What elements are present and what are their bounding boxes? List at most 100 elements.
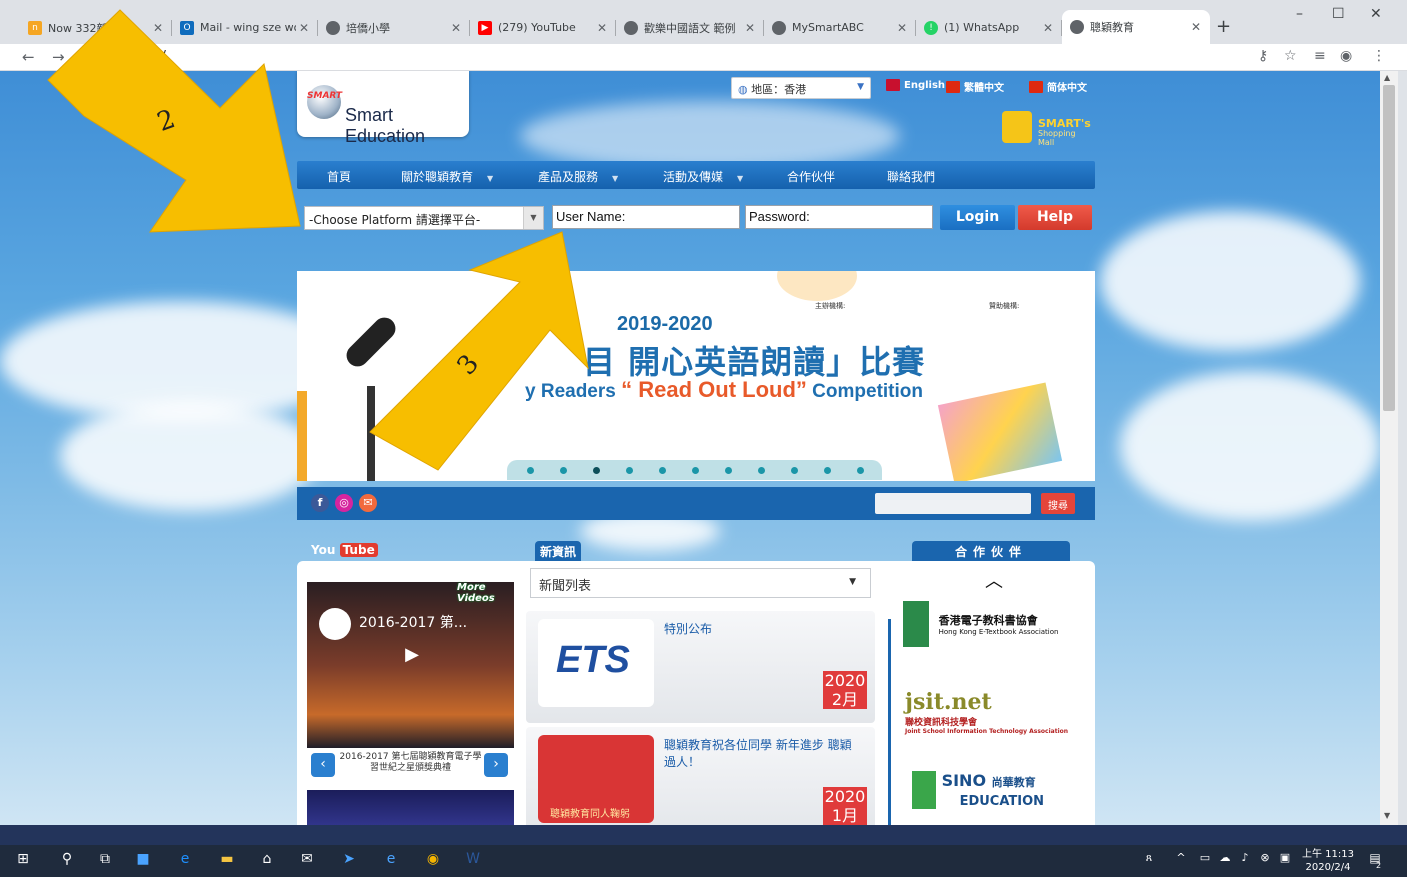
site-search-input[interactable]	[875, 493, 1031, 514]
close-window-button[interactable]: ✕	[1370, 6, 1382, 22]
lang-traditional[interactable]: 繁體中文	[946, 79, 1004, 94]
slide-dot[interactable]	[791, 467, 798, 474]
back-arrow-icon[interactable]: ←	[22, 48, 35, 66]
facebook-icon[interactable]: f	[311, 494, 329, 512]
notification-icon[interactable]: ▤	[1366, 851, 1384, 869]
video-next-button[interactable]: ›	[484, 753, 508, 777]
page-scrollbar[interactable]: ▲ ▼	[1380, 71, 1398, 825]
minimize-button[interactable]: –	[1296, 6, 1303, 22]
news-list-select[interactable]: 新聞列表 ▼	[530, 568, 871, 598]
volume-icon[interactable]: ♪	[1236, 851, 1254, 869]
close-tab-icon[interactable]: ✕	[1040, 21, 1056, 35]
network-icon[interactable]: ▭	[1196, 851, 1214, 869]
partner-sino[interactable]: SINO 尚華教育 EDUCATION	[912, 771, 1092, 809]
cloud-icon[interactable]: ☁	[1216, 851, 1234, 869]
new-tab-button[interactable]: +	[1216, 16, 1231, 37]
scroll-up-icon[interactable]: ▲	[1384, 73, 1390, 82]
address-bar[interactable]: rtedu.com/tc/	[78, 49, 166, 64]
close-tab-icon[interactable]: ✕	[448, 21, 464, 35]
scroll-thumb[interactable]	[1383, 85, 1395, 411]
nav-events[interactable]: 活動及傳媒 ▼	[663, 168, 743, 185]
close-tab-icon[interactable]: ✕	[1188, 20, 1204, 34]
smart-education-logo[interactable]: SMART Smart Education	[297, 71, 469, 146]
store-icon[interactable]: ⌂	[258, 851, 276, 869]
password-input[interactable]: Password:	[745, 205, 933, 229]
username-input[interactable]: User Name:	[552, 205, 740, 229]
search-button[interactable]: 搜尋	[1041, 493, 1075, 514]
login-button[interactable]: Login	[940, 205, 1015, 230]
shopping-mall-link[interactable]: SMART's Shopping Mall	[1000, 107, 1092, 151]
keyboard-icon[interactable]: ▣	[1276, 851, 1294, 869]
key-icon[interactable]: ⚷	[1258, 48, 1268, 64]
nav-about[interactable]: 關於聰穎教育 ▼	[401, 168, 493, 185]
reading-list-icon[interactable]: ≡	[1314, 48, 1326, 64]
play-icon[interactable]: ▶	[399, 644, 425, 670]
video-player[interactable]: 2016-2017 第... ▶ More Videos	[307, 582, 514, 748]
mail-icon[interactable]: ✉	[298, 851, 316, 869]
app-icon[interactable]: ➤	[340, 851, 358, 869]
video-prev-button[interactable]: ‹	[311, 753, 335, 777]
lang-english[interactable]: English	[886, 79, 945, 91]
more-videos-label[interactable]: More Videos	[457, 582, 514, 604]
browser-tab[interactable]: O Mail - wing sze won ✕	[172, 13, 318, 42]
close-tab-icon[interactable]: ✕	[150, 21, 166, 35]
file-explorer-icon[interactable]: ▬	[218, 851, 236, 869]
browser-tab[interactable]: ▶ (279) YouTube ✕	[470, 13, 616, 42]
slide-dot[interactable]	[758, 467, 765, 474]
word-icon[interactable]: W	[464, 851, 482, 869]
star-icon[interactable]: ☆	[1284, 48, 1297, 64]
competition-banner[interactable]: 主辦機構: 贊助機構: 2019-2020 目 開心英語朗讀」比賽 y Read…	[297, 271, 1095, 481]
slide-dot[interactable]	[857, 467, 864, 474]
close-tab-icon[interactable]: ✕	[894, 21, 910, 35]
chevron-up-icon[interactable]: ︿	[985, 567, 1003, 593]
news-item[interactable]: ETS 特別公布 2020 2月	[526, 611, 875, 723]
people-icon[interactable]: ጸ	[1140, 851, 1158, 869]
nav-products[interactable]: 產品及服務 ▼	[538, 168, 618, 185]
menu-kebab-icon[interactable]: ⋮	[1372, 48, 1386, 64]
slide-dot[interactable]	[692, 467, 699, 474]
mail-icon[interactable]: ✉	[359, 494, 377, 512]
browser-tab[interactable]: 歡樂中國語文 範例 ✕	[616, 13, 764, 42]
nav-contact[interactable]: 聯絡我們	[887, 168, 935, 185]
nav-home[interactable]: 首頁	[327, 168, 351, 185]
slide-dot[interactable]	[527, 467, 534, 474]
scroll-down-icon[interactable]: ▼	[1384, 811, 1390, 820]
platform-select[interactable]: -Choose Platform 請選擇平台- ▼	[304, 206, 544, 230]
partner-hketa[interactable]: 香港電子教科書協會 Hong Kong E-Textbook Associati…	[903, 601, 1093, 647]
nav-partners[interactable]: 合作伙伴	[787, 168, 835, 185]
slide-dot[interactable]	[593, 467, 600, 474]
slide-dot[interactable]	[659, 467, 666, 474]
search-icon[interactable]: ⚲	[58, 851, 76, 869]
chevron-up-icon[interactable]: ^	[1172, 851, 1190, 869]
browser-tab-active[interactable]: 聰穎教育 ✕	[1062, 10, 1210, 44]
windows-start-icon[interactable]: ⊞	[14, 851, 32, 869]
outlook-taskbar-icon[interactable]: ■	[134, 851, 152, 869]
close-circle-icon[interactable]: ⊗	[1256, 851, 1274, 869]
region-select[interactable]: ◍ 地區：香港 ▼	[731, 77, 871, 99]
news-item[interactable]: 聰穎教育同人鞠躬 聰穎教育祝各位同學 新年進步 聰穎過人！ 2020 1月	[526, 727, 875, 825]
partner-jsit[interactable]: jsit.net 聯校資訊科技學會 Joint School Informati…	[905, 689, 1095, 735]
lang-simplified[interactable]: 简体中文	[1029, 79, 1087, 94]
ie-icon[interactable]: e	[382, 851, 400, 869]
chrome-icon[interactable]: ◉	[424, 851, 442, 869]
close-tab-icon[interactable]: ✕	[594, 21, 610, 35]
forward-arrow-icon[interactable]: →	[52, 48, 65, 66]
close-tab-icon[interactable]: ✕	[296, 21, 312, 35]
browser-tab[interactable]: ! (1) WhatsApp ✕	[916, 13, 1062, 42]
edge-icon[interactable]: e	[176, 851, 194, 869]
maximize-button[interactable]: ☐	[1332, 6, 1345, 22]
video-thumbnail[interactable]	[307, 790, 514, 825]
close-tab-icon[interactable]: ✕	[742, 21, 758, 35]
browser-tab[interactable]: n Now 332新聞 ✕	[20, 13, 172, 42]
taskbar-clock[interactable]: 上午 11:13 2020/2/4	[1302, 848, 1354, 874]
slide-dot[interactable]	[560, 467, 567, 474]
help-button[interactable]: Help	[1018, 205, 1092, 230]
task-view-icon[interactable]: ⧉	[96, 851, 114, 869]
instagram-icon[interactable]: ◎	[335, 494, 353, 512]
slide-dot[interactable]	[626, 467, 633, 474]
slide-dot[interactable]	[824, 467, 831, 474]
browser-tab[interactable]: 培僑小學 ✕	[318, 13, 470, 42]
browser-tab[interactable]: MySmartABC ✕	[764, 13, 916, 42]
slide-dot[interactable]	[725, 467, 732, 474]
profile-avatar-icon[interactable]: ◉	[1340, 48, 1352, 64]
